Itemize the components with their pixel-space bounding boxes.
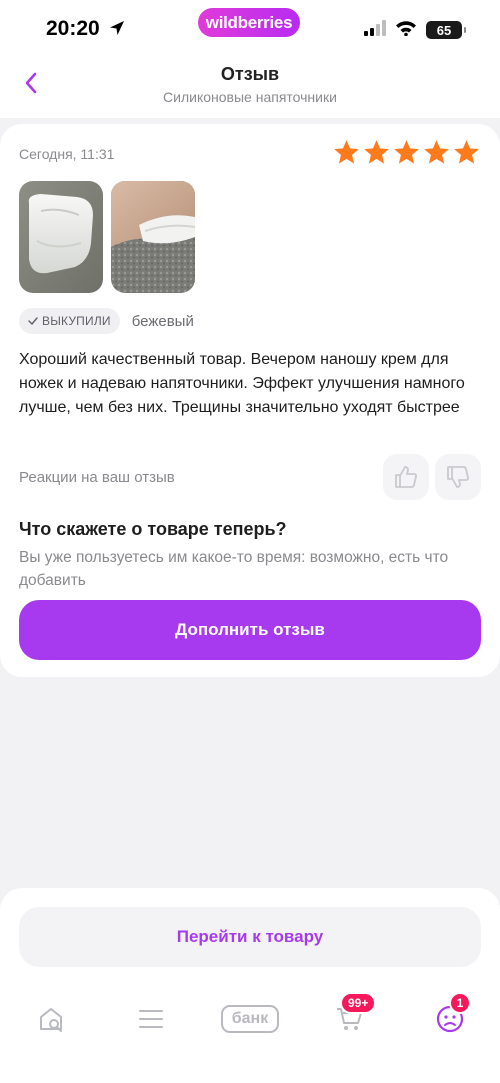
profile-badge: 1 (449, 992, 471, 1014)
status-bar: 20:20 wildberries 65 (0, 0, 500, 58)
review-meta: ВЫКУПИЛИ бежевый (19, 308, 194, 334)
tab-bar: банк 99+ 1 (0, 988, 500, 1048)
home-search-icon (40, 1008, 62, 1032)
reactions-label: Реакции на ваш отзыв (19, 469, 175, 486)
star-icon (424, 140, 449, 164)
review-text: Хороший качественный товар. Вечером нано… (19, 351, 465, 416)
follow-up-title: Что скажете о товаре теперь? (19, 519, 287, 539)
star-icon (394, 140, 419, 164)
cellular-signal-icon (364, 19, 386, 41)
tab-home[interactable] (35, 1002, 67, 1036)
review-date: Сегодня, 11:31 (19, 146, 115, 162)
menu-icon (139, 1010, 163, 1028)
battery-icon: 65 (426, 21, 466, 39)
review-card: Сегодня, 11:31 ВЫКУПИЛИ бежевый Хороший … (0, 124, 500, 677)
tab-bank[interactable]: банк (220, 1002, 280, 1036)
star-icon (364, 140, 389, 164)
bottom-panel: Перейти к товару банк 99+ 1 (0, 888, 500, 1083)
product-color: бежевый (131, 312, 194, 330)
location-arrow-icon (108, 19, 126, 37)
dislike-button[interactable] (435, 454, 481, 500)
star-icon (334, 140, 359, 164)
wifi-icon (395, 20, 417, 41)
page-header: Отзыв Силиконовые напяточники (0, 58, 500, 118)
tab-catalog[interactable] (135, 1002, 167, 1036)
review-photos (19, 181, 195, 293)
bought-badge: ВЫКУПИЛИ (19, 308, 120, 334)
bought-badge-label: ВЫКУПИЛИ (42, 314, 111, 328)
page-title: Отзыв (220, 64, 280, 84)
status-time: 20:20 (46, 17, 100, 40)
add-to-review-button[interactable]: Дополнить отзыв (19, 600, 481, 660)
follow-up-subtitle: Вы уже пользуетесь им какое-то время: во… (19, 549, 449, 589)
review-photo-2[interactable] (111, 181, 195, 293)
bank-label: банк (221, 1005, 279, 1033)
battery-level: 65 (436, 22, 452, 38)
status-indicators: 65 (364, 19, 466, 41)
thumbs-up-icon (395, 466, 417, 488)
rating-stars (332, 138, 481, 167)
product-name: Силиконовые напяточники (163, 89, 337, 105)
brand-logo: wildberries (198, 8, 300, 37)
review-photo-1[interactable] (19, 181, 103, 293)
check-icon (28, 317, 38, 325)
cart-badge: 99+ (340, 992, 377, 1014)
star-icon (454, 140, 479, 164)
like-button[interactable] (383, 454, 429, 500)
thumbs-down-icon (447, 466, 469, 488)
go-to-product-button[interactable]: Перейти к товару (19, 907, 481, 967)
